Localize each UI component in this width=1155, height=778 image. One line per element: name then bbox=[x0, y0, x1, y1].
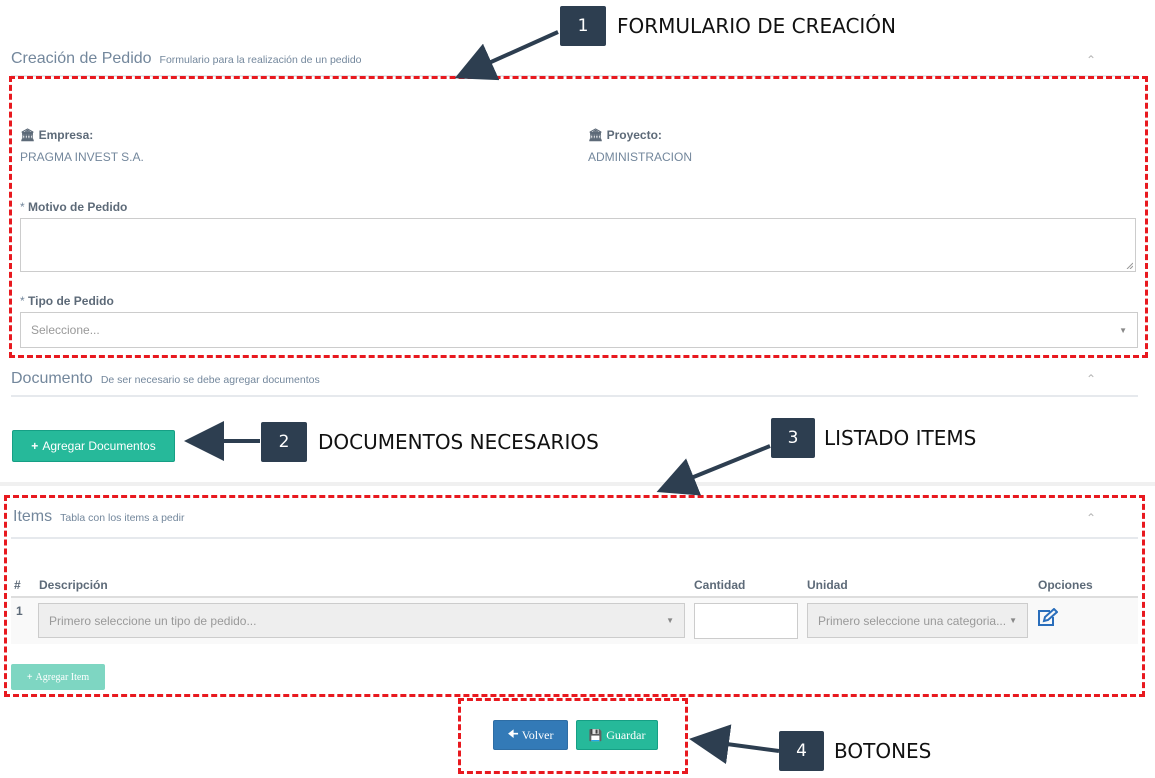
annotation-text-1: FORMULARIO DE CREACIÓN bbox=[617, 14, 897, 38]
creation-panel-title-text: Creación de Pedido bbox=[11, 50, 152, 67]
annotation-box-items bbox=[4, 495, 1145, 697]
add-documents-button[interactable]: + Agregar Documentos bbox=[12, 430, 175, 462]
annotation-box-buttons bbox=[458, 698, 688, 774]
section-separator bbox=[0, 482, 1155, 486]
panel-divider bbox=[11, 395, 1138, 397]
annotation-text-4: BOTONES bbox=[834, 739, 932, 763]
arrow-1 bbox=[454, 30, 559, 81]
chevron-up-icon[interactable]: ⌃ bbox=[1086, 53, 1096, 67]
document-panel-title: Documento De ser necesario se debe agrega… bbox=[11, 370, 320, 388]
document-panel-title-text: Documento bbox=[11, 370, 93, 387]
annotation-badge-2: 2 bbox=[261, 422, 307, 462]
chevron-up-icon[interactable]: ⌃ bbox=[1086, 372, 1096, 386]
annotation-box-form bbox=[9, 76, 1148, 358]
add-documents-label: Agregar Documentos bbox=[42, 439, 156, 453]
document-panel-subtitle: De ser necesario se debe agregar documen… bbox=[100, 374, 320, 386]
annotation-text-2: DOCUMENTOS NECESARIOS bbox=[318, 430, 599, 454]
arrow-4 bbox=[689, 724, 780, 765]
annotation-badge-3: 3 bbox=[771, 418, 815, 458]
creation-panel-title: Creación de Pedido Formulario para la rea… bbox=[11, 50, 362, 68]
annotation-text-3: LISTADO ITEMS bbox=[824, 426, 977, 450]
annotation-badge-1: 1 bbox=[560, 6, 606, 46]
plus-icon: + bbox=[31, 439, 39, 453]
annotation-badge-4: 4 bbox=[779, 731, 824, 771]
creation-panel-subtitle: Formulario para la realización de un ped… bbox=[159, 54, 362, 66]
